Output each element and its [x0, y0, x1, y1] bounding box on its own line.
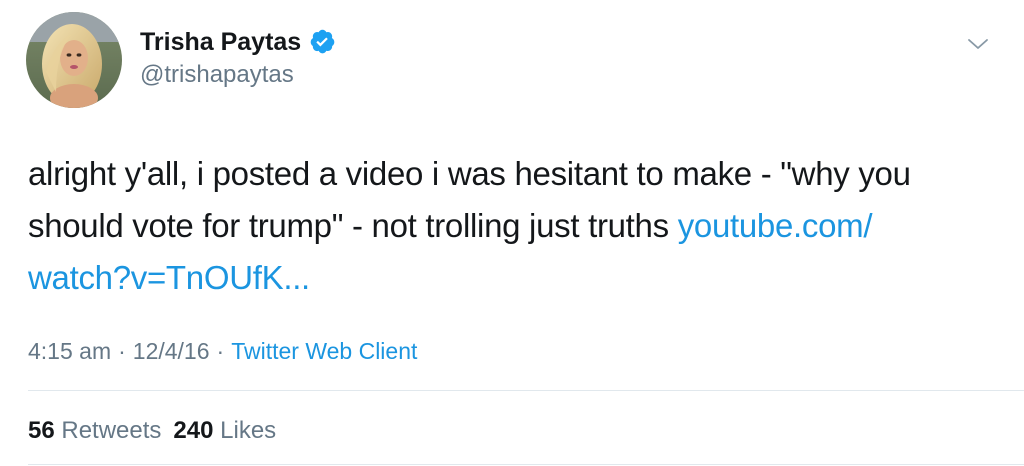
- tweet-link-continued[interactable]: watch?v=TnOUfK...: [28, 259, 310, 296]
- tweet-client[interactable]: Twitter Web Client: [231, 338, 417, 364]
- tweet-stats: 56 Retweets 240 Likes: [28, 416, 276, 446]
- meta-separator: ·: [118, 338, 126, 364]
- retweets-label: Retweets: [61, 417, 162, 444]
- chevron-down-icon[interactable]: [967, 36, 989, 52]
- tweet-text-line-2-text: should vote for trump" - not trolling ju…: [28, 207, 678, 244]
- tweet-link[interactable]: youtube.com/: [678, 207, 873, 244]
- tweet-text-line-3: watch?v=TnOUfK...: [28, 252, 988, 304]
- retweets-count: 56: [28, 417, 55, 444]
- tweet-text-line-2: should vote for trump" - not trolling ju…: [28, 200, 988, 252]
- tweet-text: alright y'all, i posted a video i was he…: [28, 148, 988, 304]
- tweet-card: Trisha Paytas @trishapaytas alright y'al…: [0, 0, 1024, 466]
- tweet-time[interactable]: 4:15 am: [28, 338, 111, 364]
- author-handle[interactable]: @trishapaytas: [140, 60, 294, 90]
- divider: [28, 464, 1024, 465]
- likes-stat[interactable]: 240 Likes: [173, 417, 276, 444]
- author-name[interactable]: Trisha Paytas: [140, 27, 301, 57]
- verified-badge-icon: [310, 29, 335, 54]
- likes-label: Likes: [220, 417, 277, 444]
- retweets-stat[interactable]: 56 Retweets: [28, 417, 161, 444]
- meta-separator: ·: [216, 338, 225, 364]
- tweet-meta: 4:15 am · 12/4/16 · Twitter Web Client: [28, 336, 417, 366]
- tweet-date[interactable]: 12/4/16: [133, 338, 210, 364]
- likes-count: 240: [173, 417, 214, 444]
- avatar[interactable]: [26, 12, 122, 108]
- tweet-text-line-1: alright y'all, i posted a video i was he…: [28, 155, 911, 192]
- divider: [28, 390, 1024, 391]
